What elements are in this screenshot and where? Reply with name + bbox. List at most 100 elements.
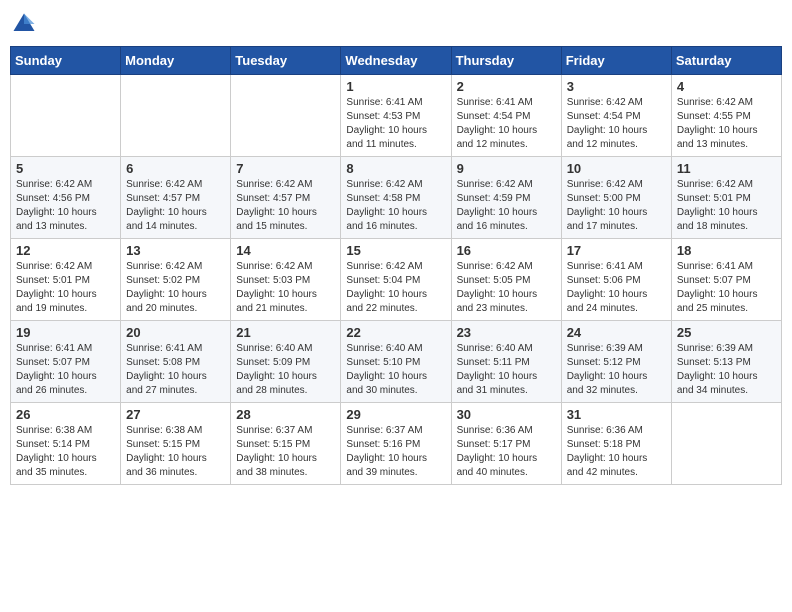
day-info: Sunrise: 6:42 AM Sunset: 5:00 PM Dayligh…: [567, 178, 666, 234]
calendar-cell: [671, 403, 781, 485]
day-number: 21: [236, 325, 335, 340]
day-info: Sunrise: 6:39 AM Sunset: 5:12 PM Dayligh…: [567, 342, 666, 398]
day-info: Sunrise: 6:42 AM Sunset: 5:04 PM Dayligh…: [346, 260, 445, 316]
calendar-cell: 4 Sunrise: 6:42 AM Sunset: 4:55 PM Daylig…: [671, 75, 781, 157]
calendar-cell: 20 Sunrise: 6:41 AM Sunset: 5:08 PM Dayli…: [121, 321, 231, 403]
calendar-week-5: 26 Sunrise: 6:38 AM Sunset: 5:14 PM Dayli…: [11, 403, 782, 485]
calendar-week-1: 1Sunrise: 6:41 AM Sunset: 4:53 PM Daylig…: [11, 75, 782, 157]
calendar-cell: 29 Sunrise: 6:37 AM Sunset: 5:16 PM Dayli…: [341, 403, 451, 485]
weekday-header-row: SundayMondayTuesdayWednesdayThursdayFrid…: [11, 47, 782, 75]
calendar-cell: 9 Sunrise: 6:42 AM Sunset: 4:59 PM Daylig…: [451, 157, 561, 239]
calendar-week-3: 12 Sunrise: 6:42 AM Sunset: 5:01 PM Dayli…: [11, 239, 782, 321]
day-number: 27: [126, 407, 225, 422]
calendar-cell: 14 Sunrise: 6:42 AM Sunset: 5:03 PM Dayli…: [231, 239, 341, 321]
page-header: [10, 10, 782, 38]
calendar-cell: 25 Sunrise: 6:39 AM Sunset: 5:13 PM Dayli…: [671, 321, 781, 403]
day-number: 18: [677, 243, 776, 258]
day-info: Sunrise: 6:42 AM Sunset: 4:57 PM Dayligh…: [236, 178, 335, 234]
weekday-header-friday: Friday: [561, 47, 671, 75]
day-info: Sunrise: 6:42 AM Sunset: 5:03 PM Dayligh…: [236, 260, 335, 316]
calendar-week-4: 19Sunrise: 6:41 AM Sunset: 5:07 PM Dayli…: [11, 321, 782, 403]
day-number: 16: [457, 243, 556, 258]
calendar-cell: 8 Sunrise: 6:42 AM Sunset: 4:58 PM Daylig…: [341, 157, 451, 239]
logo: [10, 10, 42, 38]
day-info: Sunrise: 6:42 AM Sunset: 4:57 PM Dayligh…: [126, 178, 225, 234]
calendar-cell: 13 Sunrise: 6:42 AM Sunset: 5:02 PM Dayli…: [121, 239, 231, 321]
day-number: 28: [236, 407, 335, 422]
day-info: Sunrise: 6:42 AM Sunset: 4:54 PM Dayligh…: [567, 96, 666, 152]
calendar-cell: 2 Sunrise: 6:41 AM Sunset: 4:54 PM Daylig…: [451, 75, 561, 157]
day-number: 13: [126, 243, 225, 258]
day-info: Sunrise: 6:42 AM Sunset: 4:58 PM Dayligh…: [346, 178, 445, 234]
weekday-header-thursday: Thursday: [451, 47, 561, 75]
calendar-cell: 23Sunrise: 6:40 AM Sunset: 5:11 PM Dayli…: [451, 321, 561, 403]
day-number: 11: [677, 161, 776, 176]
calendar-cell: 1Sunrise: 6:41 AM Sunset: 4:53 PM Daylig…: [341, 75, 451, 157]
calendar-cell: 21 Sunrise: 6:40 AM Sunset: 5:09 PM Dayli…: [231, 321, 341, 403]
day-info: Sunrise: 6:38 AM Sunset: 5:15 PM Dayligh…: [126, 424, 225, 480]
day-info: Sunrise: 6:39 AM Sunset: 5:13 PM Dayligh…: [677, 342, 776, 398]
day-number: 24: [567, 325, 666, 340]
calendar-cell: [11, 75, 121, 157]
day-number: 25: [677, 325, 776, 340]
day-number: 12: [16, 243, 115, 258]
day-number: 22: [346, 325, 445, 340]
calendar-table: SundayMondayTuesdayWednesdayThursdayFrid…: [10, 46, 782, 485]
calendar-cell: 31Sunrise: 6:36 AM Sunset: 5:18 PM Dayli…: [561, 403, 671, 485]
calendar-cell: 24 Sunrise: 6:39 AM Sunset: 5:12 PM Dayli…: [561, 321, 671, 403]
day-info: Sunrise: 6:42 AM Sunset: 4:55 PM Dayligh…: [677, 96, 776, 152]
day-info: Sunrise: 6:40 AM Sunset: 5:11 PM Dayligh…: [457, 342, 556, 398]
weekday-header-wednesday: Wednesday: [341, 47, 451, 75]
day-number: 3: [567, 79, 666, 94]
day-number: 2: [457, 79, 556, 94]
day-info: Sunrise: 6:42 AM Sunset: 4:56 PM Dayligh…: [16, 178, 115, 234]
calendar-cell: 27 Sunrise: 6:38 AM Sunset: 5:15 PM Dayli…: [121, 403, 231, 485]
day-number: 7: [236, 161, 335, 176]
day-number: 26: [16, 407, 115, 422]
calendar-cell: 7 Sunrise: 6:42 AM Sunset: 4:57 PM Daylig…: [231, 157, 341, 239]
day-info: Sunrise: 6:42 AM Sunset: 5:01 PM Dayligh…: [677, 178, 776, 234]
calendar-cell: [121, 75, 231, 157]
day-info: Sunrise: 6:41 AM Sunset: 5:08 PM Dayligh…: [126, 342, 225, 398]
day-number: 9: [457, 161, 556, 176]
day-info: Sunrise: 6:40 AM Sunset: 5:10 PM Dayligh…: [346, 342, 445, 398]
calendar-cell: 3 Sunrise: 6:42 AM Sunset: 4:54 PM Daylig…: [561, 75, 671, 157]
day-info: Sunrise: 6:38 AM Sunset: 5:14 PM Dayligh…: [16, 424, 115, 480]
day-number: 30: [457, 407, 556, 422]
calendar-cell: 28 Sunrise: 6:37 AM Sunset: 5:15 PM Dayli…: [231, 403, 341, 485]
day-number: 8: [346, 161, 445, 176]
day-number: 29: [346, 407, 445, 422]
day-info: Sunrise: 6:41 AM Sunset: 4:54 PM Dayligh…: [457, 96, 556, 152]
calendar-cell: [231, 75, 341, 157]
day-info: Sunrise: 6:36 AM Sunset: 5:18 PM Dayligh…: [567, 424, 666, 480]
day-info: Sunrise: 6:37 AM Sunset: 5:15 PM Dayligh…: [236, 424, 335, 480]
day-number: 14: [236, 243, 335, 258]
weekday-header-sunday: Sunday: [11, 47, 121, 75]
day-info: Sunrise: 6:37 AM Sunset: 5:16 PM Dayligh…: [346, 424, 445, 480]
calendar-week-2: 5Sunrise: 6:42 AM Sunset: 4:56 PM Daylig…: [11, 157, 782, 239]
day-info: Sunrise: 6:42 AM Sunset: 5:01 PM Dayligh…: [16, 260, 115, 316]
calendar-cell: 5Sunrise: 6:42 AM Sunset: 4:56 PM Daylig…: [11, 157, 121, 239]
weekday-header-saturday: Saturday: [671, 47, 781, 75]
weekday-header-monday: Monday: [121, 47, 231, 75]
day-info: Sunrise: 6:40 AM Sunset: 5:09 PM Dayligh…: [236, 342, 335, 398]
calendar-cell: 19Sunrise: 6:41 AM Sunset: 5:07 PM Dayli…: [11, 321, 121, 403]
day-number: 17: [567, 243, 666, 258]
day-number: 10: [567, 161, 666, 176]
logo-icon: [10, 10, 38, 38]
calendar-cell: 6 Sunrise: 6:42 AM Sunset: 4:57 PM Daylig…: [121, 157, 231, 239]
calendar-cell: 22 Sunrise: 6:40 AM Sunset: 5:10 PM Dayli…: [341, 321, 451, 403]
day-number: 20: [126, 325, 225, 340]
day-info: Sunrise: 6:42 AM Sunset: 4:59 PM Dayligh…: [457, 178, 556, 234]
day-number: 19: [16, 325, 115, 340]
calendar-cell: 18Sunrise: 6:41 AM Sunset: 5:07 PM Dayli…: [671, 239, 781, 321]
day-info: Sunrise: 6:42 AM Sunset: 5:05 PM Dayligh…: [457, 260, 556, 316]
calendar-cell: 12 Sunrise: 6:42 AM Sunset: 5:01 PM Dayli…: [11, 239, 121, 321]
calendar-cell: 16 Sunrise: 6:42 AM Sunset: 5:05 PM Dayli…: [451, 239, 561, 321]
calendar-cell: 10 Sunrise: 6:42 AM Sunset: 5:00 PM Dayli…: [561, 157, 671, 239]
calendar-cell: 11 Sunrise: 6:42 AM Sunset: 5:01 PM Dayli…: [671, 157, 781, 239]
weekday-header-tuesday: Tuesday: [231, 47, 341, 75]
day-number: 6: [126, 161, 225, 176]
day-number: 4: [677, 79, 776, 94]
day-info: Sunrise: 6:42 AM Sunset: 5:02 PM Dayligh…: [126, 260, 225, 316]
